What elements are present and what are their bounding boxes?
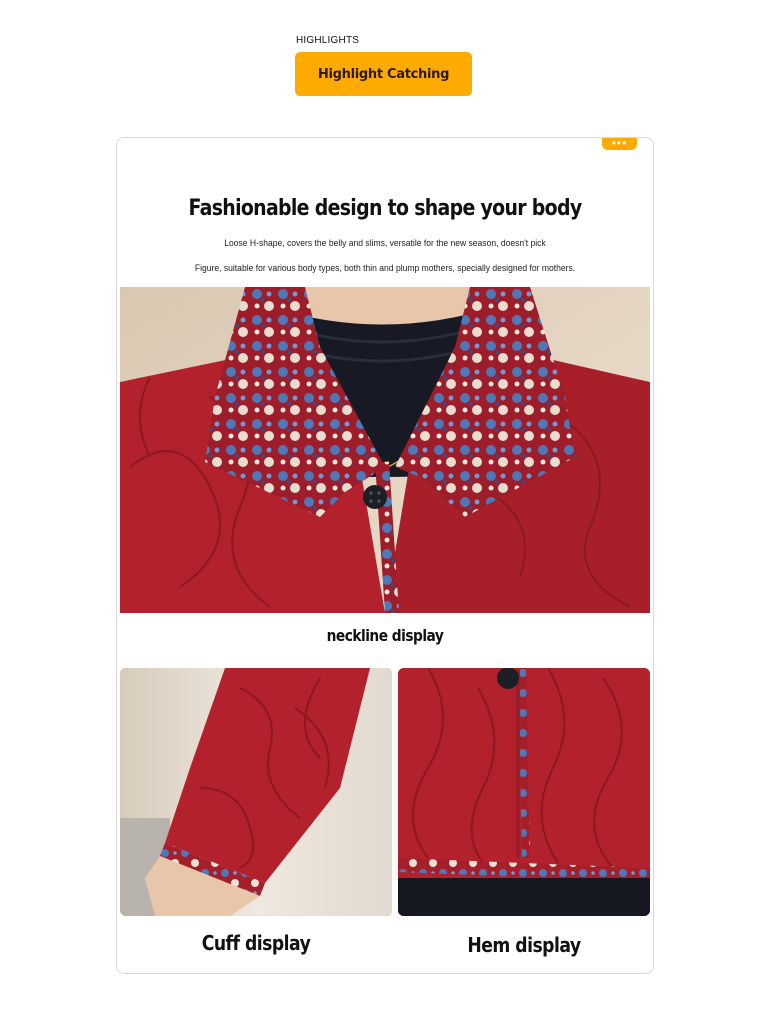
section-subtitle-line1: Loose H-shape, covers the belly and slim…	[224, 238, 546, 248]
cuff-photo	[120, 668, 392, 916]
product-highlight-card: ••• Fashionable design to shape your bod…	[116, 137, 654, 974]
neckline-photo	[120, 287, 650, 613]
hem-caption: Hem display	[467, 933, 581, 957]
hem-photo	[398, 668, 650, 916]
section-subtitle-line2: Figure, suitable for various body types,…	[194, 263, 576, 273]
ellipsis-icon[interactable]: •••	[602, 138, 637, 150]
section-title: Fashionable design to shape your body	[188, 196, 583, 221]
neckline-caption: neckline display	[326, 626, 444, 645]
highlight-catching-button[interactable]: Highlight Catching	[295, 52, 472, 96]
highlights-label: HIGHLIGHTS	[296, 35, 360, 46]
cuff-caption: Cuff display	[201, 931, 311, 955]
